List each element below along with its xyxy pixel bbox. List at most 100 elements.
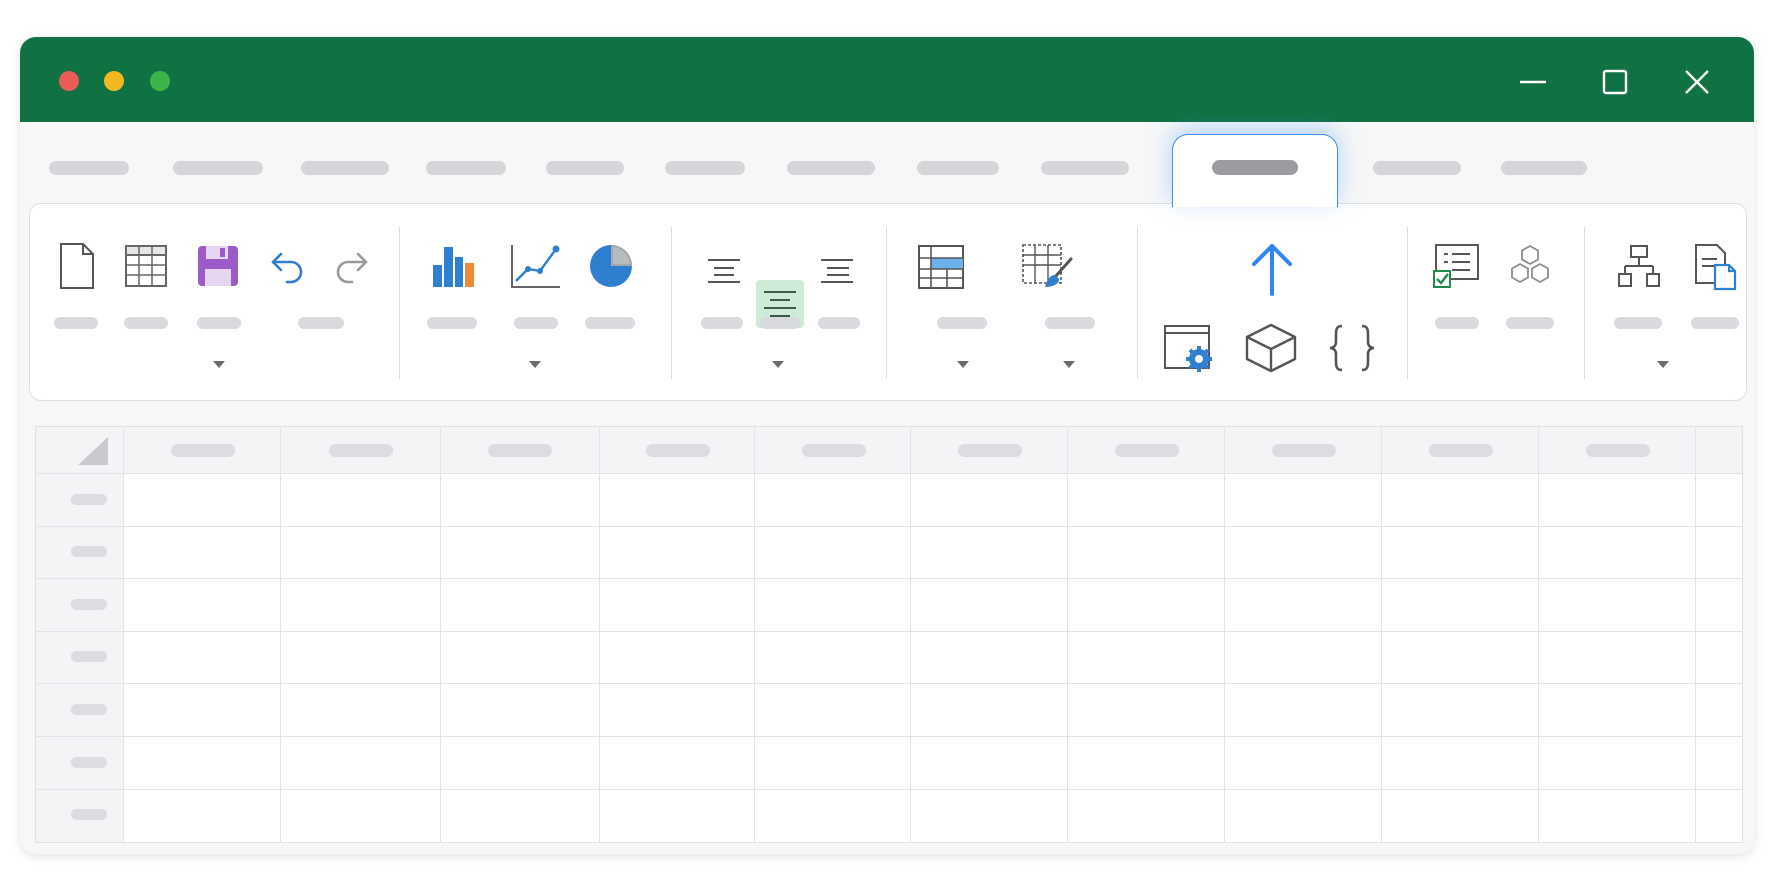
dropdown-caret[interactable]	[213, 361, 225, 368]
bar-chart-icon[interactable]	[428, 241, 478, 291]
new-document-icon[interactable]	[52, 241, 102, 291]
ribbon-tab[interactable]	[426, 161, 506, 175]
ribbon-label	[54, 317, 98, 329]
maximize-icon[interactable]	[1594, 61, 1636, 103]
window-minimize-dot[interactable]	[104, 71, 124, 91]
table-icon[interactable]	[121, 241, 171, 291]
grid-line	[754, 427, 755, 842]
dropdown-caret[interactable]	[1063, 361, 1075, 368]
ribbon-label	[818, 317, 860, 329]
title-bar	[20, 37, 1754, 122]
align-right-icon[interactable]	[815, 249, 859, 293]
align-left-icon[interactable]	[702, 249, 746, 293]
save-icon[interactable]	[193, 241, 243, 291]
dropdown-caret[interactable]	[1657, 361, 1669, 368]
hexagon-cluster-icon[interactable]	[1504, 241, 1556, 293]
ribbon-label	[124, 317, 168, 329]
close-icon[interactable]	[1676, 61, 1718, 103]
document-copy-icon[interactable]	[1691, 241, 1741, 293]
dropdown-caret[interactable]	[772, 361, 784, 368]
grid-line	[1538, 427, 1539, 842]
row-header[interactable]	[71, 599, 107, 610]
column-header[interactable]	[1429, 444, 1493, 457]
grid-line	[36, 683, 1742, 684]
ribbon-tab[interactable]	[665, 161, 745, 175]
column-header[interactable]	[1586, 444, 1650, 457]
row-header[interactable]	[71, 704, 107, 715]
grid-line	[36, 631, 1742, 632]
grid-line	[1381, 427, 1382, 842]
ribbon-panel	[29, 203, 1747, 401]
column-header[interactable]	[1272, 444, 1336, 457]
spreadsheet-window	[20, 37, 1754, 854]
grid-line	[36, 736, 1742, 737]
ribbon-tab[interactable]	[49, 161, 129, 175]
window-zoom-dot[interactable]	[150, 71, 170, 91]
column-header[interactable]	[171, 444, 235, 457]
group-separator	[886, 227, 887, 379]
group-separator	[399, 227, 400, 379]
row-header[interactable]	[71, 546, 107, 557]
checklist-icon[interactable]	[1431, 241, 1481, 293]
group-separator	[1584, 227, 1585, 379]
column-header[interactable]	[1115, 444, 1179, 457]
format-painter-icon[interactable]	[1020, 241, 1076, 293]
ribbon-tab[interactable]	[546, 161, 624, 175]
row-header[interactable]	[71, 757, 107, 768]
dropdown-caret[interactable]	[957, 361, 969, 368]
ribbon-label	[760, 317, 800, 329]
column-header[interactable]	[488, 444, 552, 457]
ribbon-tab[interactable]	[301, 161, 389, 175]
grid-line	[1695, 427, 1696, 842]
table-header-icon[interactable]	[915, 241, 967, 293]
grid-line	[599, 427, 600, 842]
grid-line	[36, 473, 1742, 474]
grid-line	[36, 526, 1742, 527]
ribbon-label	[1506, 317, 1554, 329]
group-separator	[1407, 227, 1408, 379]
arrow-up-icon	[1248, 239, 1296, 297]
ribbon-label	[701, 317, 743, 329]
ribbon-tab[interactable]	[787, 161, 875, 175]
grid-line	[123, 427, 124, 842]
grid-line	[1224, 427, 1225, 842]
row-header[interactable]	[71, 494, 107, 505]
ribbon-tab[interactable]	[1041, 161, 1129, 175]
group-separator	[1137, 227, 1138, 379]
grid-line	[36, 578, 1742, 579]
ribbon-tab-active[interactable]	[1172, 134, 1338, 207]
dropdown-caret[interactable]	[529, 361, 541, 368]
row-header[interactable]	[71, 651, 107, 662]
grid-line	[36, 789, 1742, 790]
ribbon-tab[interactable]	[1501, 161, 1587, 175]
column-header[interactable]	[802, 444, 866, 457]
window-settings-icon[interactable]	[1161, 320, 1217, 376]
grid-line	[280, 427, 281, 842]
column-header[interactable]	[646, 444, 710, 457]
undo-icon[interactable]	[262, 241, 312, 291]
group-separator	[671, 227, 672, 379]
line-chart-icon[interactable]	[509, 241, 563, 291]
ribbon-label	[1045, 317, 1095, 329]
select-all-corner[interactable]	[78, 437, 108, 465]
grid-line	[440, 427, 441, 842]
ribbon-label	[585, 317, 635, 329]
column-header[interactable]	[958, 444, 1022, 457]
redo-icon[interactable]	[327, 241, 377, 291]
ribbon-tab[interactable]	[1373, 161, 1461, 175]
column-header[interactable]	[329, 444, 393, 457]
row-header-column	[36, 427, 124, 842]
org-chart-icon[interactable]	[1614, 241, 1664, 293]
window-close-dot[interactable]	[59, 71, 79, 91]
ribbon-tab[interactable]	[173, 161, 263, 175]
ribbon-label	[937, 317, 987, 329]
minimize-icon[interactable]	[1512, 61, 1554, 103]
pie-chart-icon[interactable]	[586, 241, 636, 291]
ribbon-label	[298, 317, 344, 329]
ribbon-label	[197, 317, 241, 329]
ribbon-tab[interactable]	[917, 161, 999, 175]
braces-icon[interactable]	[1326, 320, 1378, 376]
3d-box-icon[interactable]	[1243, 320, 1299, 376]
spreadsheet-grid[interactable]	[35, 426, 1743, 843]
row-header[interactable]	[71, 809, 107, 820]
